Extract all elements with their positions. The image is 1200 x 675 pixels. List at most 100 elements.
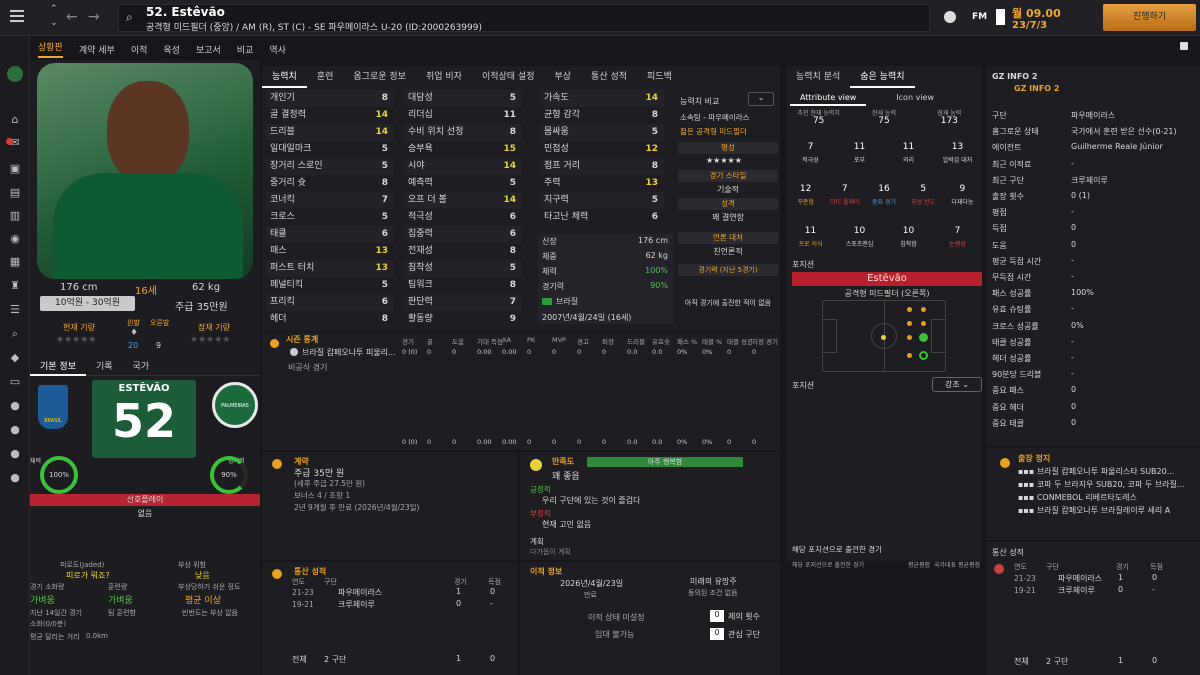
inbox-badge — [6, 138, 13, 145]
happiness-title[interactable]: 만족도 — [552, 456, 574, 467]
shield-icon[interactable]: ◆ — [8, 352, 22, 364]
attr-row[interactable]: 몸싸움 5 — [540, 124, 664, 141]
nav-contract[interactable]: 계약 세부 — [79, 43, 115, 56]
attr-row[interactable]: 집중력 6 — [404, 226, 522, 243]
attr-row[interactable]: 프리킥 6 — [266, 294, 394, 311]
attr-row[interactable]: 승부욕 15 — [404, 141, 522, 158]
tab-training[interactable]: 훈련 — [307, 66, 344, 88]
lock-icon[interactable] — [1180, 42, 1188, 50]
injury-risk-value: 낮음 — [195, 571, 210, 580]
attr-row[interactable]: 팀워크 8 — [404, 277, 522, 294]
attr-row[interactable]: 민첩성 12 — [540, 141, 664, 158]
menu-icon[interactable] — [10, 10, 24, 22]
phys-nation: 브라질 — [556, 297, 579, 306]
attr-row[interactable]: 전재성 8 — [404, 243, 522, 260]
attr-row[interactable]: 드리블 14 — [266, 124, 394, 141]
attr-row[interactable]: 크로스 5 — [266, 209, 394, 226]
calendar-icon[interactable] — [996, 9, 1005, 25]
tab-attribute-view[interactable]: Attribute view — [790, 90, 867, 106]
calendar-side-icon[interactable]: ▦ — [8, 256, 22, 268]
season-cols: 경기 골 도움 기대 득점 XA PK MVP 경고 퇴장 드리블 유효슛 패스 % 태클 % 태클 성공… — [402, 336, 780, 346]
tab-visa[interactable]: 취업 비자 — [416, 66, 472, 88]
attr-row[interactable]: 수비 위치 선정 8 — [404, 124, 522, 141]
chevron-down-icon[interactable]: ⌄ — [50, 18, 58, 28]
report-icon[interactable]: ▥ — [8, 210, 22, 222]
attr-row[interactable]: 패스 13 — [266, 243, 394, 260]
tab-injury[interactable]: 부상 — [544, 66, 581, 88]
continue-button[interactable]: 진행하기 — [1103, 4, 1196, 31]
club-icon[interactable] — [944, 11, 956, 23]
attr-row[interactable]: 침착성 5 — [404, 260, 522, 277]
home-icon[interactable]: ⌂ — [8, 114, 22, 126]
attr-row[interactable]: 활동량 9 — [404, 311, 522, 328]
nav-development[interactable]: 육성 — [163, 43, 180, 56]
gz-subtitle[interactable]: GZ INFO 2 — [1014, 84, 1059, 93]
scout-icon[interactable]: ⌕ — [8, 328, 22, 340]
attr-row[interactable]: 퍼스트 터치 13 — [266, 260, 394, 277]
list-icon[interactable]: ☰ — [8, 304, 22, 316]
attr-row[interactable]: 대담성 5 — [404, 90, 522, 107]
attr-row[interactable]: 주력 13 — [540, 175, 664, 192]
staff-icon[interactable]: ◉ — [8, 233, 22, 245]
attr-row[interactable]: 점프 거리 8 — [540, 158, 664, 175]
attr-row[interactable]: 장거리 스로인 5 — [266, 158, 394, 175]
nav-report[interactable]: 보고서 — [196, 43, 221, 56]
nav-overview[interactable]: 상황판 — [38, 40, 63, 58]
ban-1-text: 브라질 캄페오나투 파울리스타 SUB20... — [1036, 467, 1175, 476]
chevron-up-icon[interactable]: ⌃ — [50, 4, 58, 14]
hidden-row2: 12 꾸준함 7 더티 플레이 16 중요 경기 5 부상 빈도 9 다재다능 — [786, 184, 982, 208]
attr-row[interactable]: 가속도 14 — [540, 90, 664, 107]
tab-basic-info[interactable]: 기본 정보 — [30, 358, 86, 376]
attr-row[interactable]: 중거리 슛 8 — [266, 175, 394, 192]
attr-row[interactable]: 지구력 5 — [540, 192, 664, 209]
attr-row[interactable]: 적극성 6 — [404, 209, 522, 226]
tab-records[interactable]: 기록 — [86, 358, 123, 376]
tactics-icon[interactable]: ▤ — [8, 187, 22, 199]
attr-row[interactable]: 페널티킥 5 — [266, 277, 394, 294]
tab-transfer-status[interactable]: 이적상태 설정 — [472, 66, 545, 88]
back-icon[interactable]: ← — [66, 9, 78, 25]
squad-icon[interactable]: ▣ — [8, 163, 22, 175]
attr-row[interactable]: 헤더 8 — [266, 311, 394, 328]
attr-row[interactable]: 개인기 8 — [266, 90, 394, 107]
search-icon[interactable]: ⌕ — [126, 10, 133, 25]
person-icon[interactable]: ● — [8, 400, 22, 412]
attr-row[interactable]: 오프 더 볼 14 — [404, 192, 522, 209]
trophy-icon[interactable]: ♜ — [8, 280, 22, 292]
tab-attributes[interactable]: 능력치 — [262, 66, 307, 88]
attr-row[interactable]: 리더십 11 — [404, 107, 522, 124]
forward-icon[interactable]: → — [88, 9, 100, 25]
tab-homegrown[interactable]: 옴그로운 정보 — [343, 66, 416, 88]
tab-feedback[interactable]: 피드백 — [637, 66, 682, 88]
nav-history[interactable]: 역사 — [269, 43, 286, 56]
attr-row[interactable]: 골 결정력 14 — [266, 107, 394, 124]
attr-row[interactable]: 태클 6 — [266, 226, 394, 243]
tab-analysis[interactable]: 능력치 분석 — [786, 66, 850, 88]
highlight-dropdown[interactable]: 강조 ⌄ — [932, 377, 982, 392]
career-title[interactable]: 통산 성적 — [294, 566, 326, 577]
tab-hidden[interactable]: 숨은 능력치 — [850, 66, 915, 88]
attr-row[interactable]: 일대일마크 5 — [266, 141, 394, 158]
attr-value: 14 — [503, 195, 516, 205]
attr-row[interactable]: 판단력 7 — [404, 294, 522, 311]
transfer-title[interactable]: 이적 정보 — [530, 566, 562, 577]
season-title[interactable]: 시즌 통계 — [286, 334, 318, 345]
tab-nation[interactable]: 국가 — [123, 358, 160, 376]
attr-row[interactable]: 코너킥 7 — [266, 192, 394, 209]
finance-icon[interactable]: ▭ — [8, 376, 22, 388]
tab-icon-view[interactable]: Icon view — [886, 90, 944, 106]
attr-row[interactable]: 시야 14 — [404, 158, 522, 175]
nav-transfer[interactable]: 이적 — [131, 43, 148, 56]
person2-icon[interactable]: ● — [8, 424, 22, 436]
position2-label[interactable]: 포지션 — [792, 380, 814, 391]
club-crest-icon[interactable] — [7, 66, 23, 82]
nav-compare[interactable]: 비교 — [237, 43, 254, 56]
person3-icon[interactable]: ● — [8, 448, 22, 460]
attr-row[interactable]: 타고난 체력 6 — [540, 209, 664, 226]
attr-name: 적극성 — [408, 212, 433, 222]
attr-row[interactable]: 균형 감각 8 — [540, 107, 664, 124]
compare-dropdown[interactable]: ⌄ — [748, 92, 774, 106]
attr-row[interactable]: 예측력 5 — [404, 175, 522, 192]
person4-icon[interactable]: ● — [8, 472, 22, 484]
tab-career[interactable]: 통산 성적 — [581, 66, 637, 88]
